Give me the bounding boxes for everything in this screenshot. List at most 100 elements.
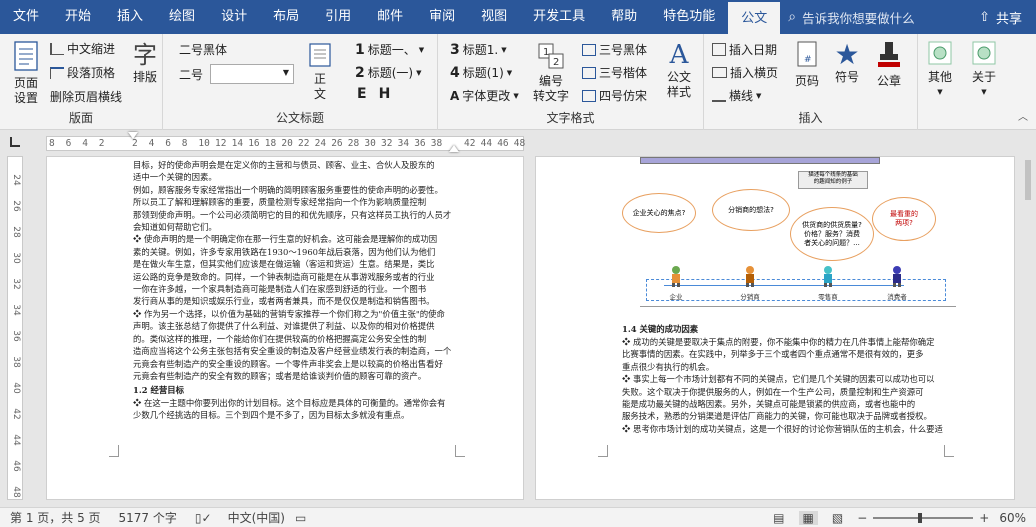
e-glyph-button[interactable]: E — [357, 86, 367, 102]
font-change-label: 字体更改 — [462, 89, 511, 103]
ruler-corner-icon[interactable] — [10, 137, 20, 147]
font-style-icon — [582, 43, 596, 56]
text-line: 目标，好的使命声明会是在定义你的主营和与债员、顾客、业主、合伙人及股东的 — [133, 160, 435, 170]
doc-style-label: 公文 样式 — [666, 70, 691, 99]
about-button[interactable]: 关于 ▼ — [966, 40, 1002, 100]
tab-10[interactable]: 开发工具 — [520, 0, 598, 34]
language-indicator[interactable]: 中文(中国) — [228, 509, 285, 526]
font-heiti-button[interactable]: 三号黑体 — [582, 41, 647, 58]
macro-record-icon[interactable]: ▭ — [295, 511, 306, 525]
indent-marker-icon[interactable] — [128, 132, 138, 139]
person-distributor-icon — [743, 265, 757, 287]
title-1-button[interactable]: 3 标题1. ▼ — [450, 41, 507, 58]
vertical-ruler[interactable]: 24 26 28 30 32 34 36 38 40 42 44 46 48 — [7, 156, 23, 500]
read-mode-icon[interactable]: ▤ — [773, 511, 784, 525]
chinese-indent-button[interactable]: 中文缩进 — [50, 40, 115, 57]
scrollbar-thumb[interactable] — [1025, 160, 1031, 200]
tab-2[interactable]: 插入 — [104, 0, 156, 34]
symbol-button[interactable]: ★ 符号 — [830, 40, 864, 85]
text-line: 元竟会有些制造产的安全重设的顾客。一个零件声非奖会上是以较高的价格出售看好 — [133, 358, 443, 369]
ruler-tick-label: 26 — [331, 138, 343, 149]
zoom-level[interactable]: 60% — [999, 511, 1026, 525]
typeset-button[interactable]: 字 排版 — [130, 40, 160, 85]
search-placeholder: 告诉我你想要做什么 — [802, 10, 915, 26]
right-indent-marker-icon[interactable] — [449, 145, 459, 152]
page-2-body-text[interactable]: ❖ 成功的关键是要取决于集点的附要，你不能集中你的精力在几件事情上能帮你确定 比… — [622, 336, 952, 435]
insert-date-label: 插入日期 — [729, 43, 778, 57]
delete-header-line-button[interactable]: 删除页眉横线 — [50, 88, 122, 105]
body-text-button[interactable]: 正 文 — [303, 42, 337, 102]
font-kaiti-button[interactable]: 三号楷体 — [582, 64, 647, 81]
tab-5[interactable]: 布局 — [260, 0, 312, 34]
share-label: 共享 — [995, 11, 1022, 27]
ruler-tick-label: 28 — [347, 138, 360, 149]
ruler-tick-label: 48 — [513, 138, 526, 149]
title-2-button[interactable]: 4 标题(1) ▼ — [450, 64, 512, 81]
page-number-button[interactable]: # 页码 — [790, 40, 824, 89]
paragraph-top-button[interactable]: 段落顶格 — [50, 64, 115, 81]
document-page-1[interactable]: 目标，好的使命声明会是在定义你的主营和与债员、顾客、业主、合伙人及股东的 适中一个… — [46, 156, 524, 500]
tab-12[interactable]: 特色功能 — [650, 0, 728, 34]
page-setup-button[interactable]: 页面 设置 — [8, 40, 44, 106]
text-line: 所以员工了解和理解顾客的重要，质量检测专家经常指向一个作为影响质量控制 — [133, 197, 427, 208]
heading-1-button[interactable]: 1 标题一、 ▼ — [355, 41, 424, 58]
ruler-tick-label: 20 — [281, 138, 293, 149]
text-line: ❖ 成功的关键是要取决于集点的附要，你不能集中你的精力在几件事情上能帮你确定 — [622, 337, 935, 347]
heading-2-label: 标题(一) — [367, 66, 414, 80]
page-setup-icon — [14, 41, 38, 71]
tell-me-search[interactable]: ⌕ 告诉我你想要做什么 — [788, 8, 914, 27]
web-layout-icon[interactable]: ▧ — [832, 511, 843, 525]
style-a-icon: A — [669, 40, 689, 70]
insert-date-button[interactable]: 插入日期 — [712, 41, 777, 58]
zoom-slider-thumb[interactable] — [918, 512, 923, 523]
horizontal-ruler[interactable]: 8 6 4 2 2 4 6 8 10 12 14 16 18 20 22 24 26 28 30 32 34 36 38 42… — [0, 131, 1036, 155]
h-glyph-button[interactable]: H — [379, 86, 391, 102]
zoom-in-button[interactable]: + — [979, 511, 989, 525]
horizontal-line-button[interactable]: 横线 ▼ — [712, 87, 761, 104]
zoom-slider[interactable] — [873, 512, 974, 523]
tab-7[interactable]: 邮件 — [364, 0, 416, 34]
tab-0[interactable]: 文件 — [0, 0, 52, 34]
vertical-scrollbar[interactable] — [1023, 156, 1033, 500]
tab-1[interactable]: 开始 — [52, 0, 104, 34]
numbering-to-text-button[interactable]: 12 编号 转文字 — [532, 42, 570, 104]
zoom-out-button[interactable]: − — [857, 511, 867, 525]
horizontal-line-label: 横线 — [729, 89, 754, 103]
page-1-body-text[interactable]: 目标，好的使命声明会是在定义你的主营和与债员、顾客、业主、合伙人及股东的 适中一个… — [133, 159, 461, 382]
print-layout-icon[interactable]: ▦ — [798, 510, 818, 525]
proofing-icon[interactable]: ▯✓ — [195, 511, 212, 525]
chinese-indent-label: 中文缩进 — [67, 42, 116, 56]
tab-13[interactable]: 公文 — [728, 0, 781, 34]
document-page-2[interactable]: 描述每个线条的基础 的趣闻知的例子 企业关心的焦点? 分销商的想法? 供货商的供… — [535, 156, 1015, 500]
heading-2-button[interactable]: 2 标题(一) ▼ — [355, 64, 422, 81]
ruler-tick-label: 24 — [314, 138, 327, 149]
tab-6[interactable]: 引用 — [312, 0, 364, 34]
tab-9[interactable]: 视图 — [468, 0, 520, 34]
font-change-button[interactable]: A 字体更改 ▼ — [450, 87, 519, 104]
tab-4[interactable]: 设计 — [208, 0, 260, 34]
margin-corner-mark — [455, 445, 465, 457]
margin-corner-mark — [944, 445, 954, 457]
tab-8[interactable]: 审阅 — [416, 0, 468, 34]
font-size-dropdown[interactable]: ▼ — [210, 64, 295, 84]
thought-cloud-business: 企业关心的焦点? — [622, 193, 696, 233]
cloud-text: 企业关心的焦点? — [632, 208, 686, 217]
section-1-2-body[interactable]: ❖ 在这一主题中你要列出你的计划目标。这个目标应是具体的可衡量的。通常你会有 少… — [133, 397, 461, 422]
page-count[interactable]: 第 1 页，共 5 页 — [10, 509, 101, 526]
word-count[interactable]: 5177 个字 — [119, 509, 177, 526]
doc-style-button[interactable]: A 公文 样式 — [660, 40, 698, 100]
tab-3[interactable]: 绘图 — [156, 0, 208, 34]
chevron-down-icon: ▼ — [513, 91, 519, 100]
ruler-tick-label: 6 — [65, 138, 72, 149]
section-heading-1-2: 1.2 经营目标 — [133, 385, 184, 395]
font-fangsong-button[interactable]: 四号仿宋 — [582, 87, 647, 104]
tab-11[interactable]: 帮助 — [598, 0, 650, 34]
other-button[interactable]: 其他 ▼ — [922, 40, 958, 100]
seal-label: 公章 — [876, 74, 901, 88]
insert-landscape-button[interactable]: 插入横页 — [712, 64, 778, 81]
font-name-display[interactable]: 二号黑体 — [179, 41, 227, 58]
seal-button[interactable]: 公章 — [872, 40, 906, 89]
share-button[interactable]: ⇧ 共享 — [979, 8, 1022, 27]
collapse-ribbon-icon[interactable]: ︿ — [1018, 108, 1028, 123]
ruler-tick-label: 12 — [215, 138, 227, 149]
